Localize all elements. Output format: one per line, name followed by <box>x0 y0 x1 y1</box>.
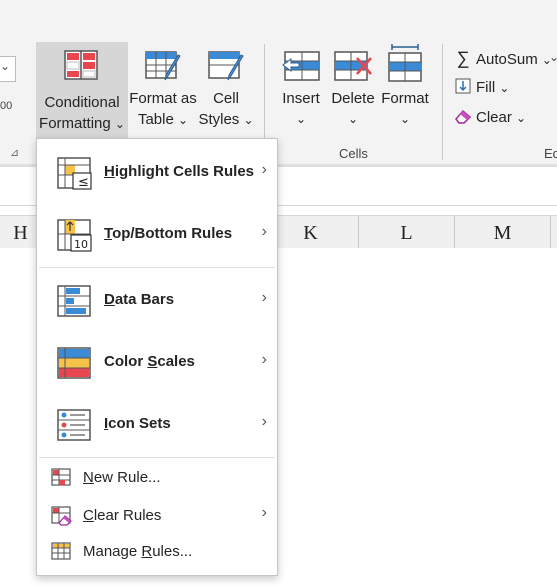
chevron-down-icon: ⌄ <box>516 111 527 125</box>
cell-styles-button[interactable]: Cell Styles ⌄ <box>198 50 254 131</box>
chevron-down-icon: ⌄ <box>295 112 307 126</box>
chevron-right-icon: › <box>261 504 267 521</box>
menu-item-new-rule[interactable]: New Rule... <box>37 461 277 495</box>
chevron-down-icon: ⌄ <box>243 113 254 127</box>
group-separator <box>442 44 443 160</box>
manage-rules-icon <box>51 542 73 562</box>
data-bars-icon <box>57 285 93 319</box>
delete-label: Delete <box>331 90 375 107</box>
format-cells-icon <box>386 44 424 84</box>
insert-label: Insert <box>282 90 320 107</box>
conditional-formatting-icon <box>64 50 98 80</box>
sort-filter-fragment[interactable]: ⌄ <box>549 50 557 64</box>
column-header-l[interactable]: L <box>359 216 455 248</box>
menu-item-manage-rules[interactable]: Manage Rules... <box>37 535 277 569</box>
autosum-label: AutoSum <box>476 51 538 68</box>
conditional-formatting-button[interactable]: Conditional Formatting ⌄ <box>36 42 128 138</box>
eraser-icon <box>454 106 472 130</box>
menu-separator <box>39 457 275 458</box>
autosum-button[interactable]: ∑ AutoSum ⌄ <box>454 46 552 70</box>
delete-cells-icon <box>333 50 373 84</box>
conditional-formatting-label-2: Formatting <box>39 115 111 132</box>
chevron-right-icon: › <box>261 289 267 306</box>
column-header-n[interactable] <box>551 216 557 248</box>
menu-item-label: Clear Rules <box>83 507 162 524</box>
color-scales-icon <box>57 347 93 381</box>
cells-group-label: Cells <box>339 146 368 161</box>
chevron-down-icon: ⌄ <box>499 81 510 95</box>
menu-item-label: Color Scales <box>104 353 195 370</box>
number-format-fragment: 00 <box>0 100 13 112</box>
fill-label: Fill <box>476 79 496 96</box>
svg-text:10: 10 <box>74 238 88 251</box>
column-header-m[interactable]: M <box>455 216 551 248</box>
menu-item-top-bottom-rules[interactable]: 10 Top/Bottom Rules › <box>37 205 277 265</box>
menu-item-label: Top/Bottom Rules <box>104 225 233 242</box>
chevron-right-icon: › <box>261 351 267 368</box>
menu-item-icon-sets[interactable]: Icon Sets › <box>37 395 277 455</box>
clear-button[interactable]: Clear ⌄ <box>454 106 526 130</box>
menu-item-label: Icon Sets <box>104 415 171 432</box>
menu-item-clear-rules[interactable]: Clear Rules › <box>37 499 277 533</box>
sigma-icon: ∑ <box>456 48 470 68</box>
format-as-table-icon <box>144 50 182 84</box>
format-as-table-label-1: Format as <box>129 90 197 107</box>
chevron-down-icon: ⌄ <box>177 113 189 127</box>
menu-item-label: Data Bars <box>104 291 175 308</box>
format-button[interactable]: Format ⌄ <box>378 44 432 130</box>
new-rule-icon <box>51 468 73 488</box>
clear-rules-icon <box>51 506 73 526</box>
format-label: Format <box>381 90 429 107</box>
chevron-right-icon: › <box>261 161 267 178</box>
svg-text:≤: ≤ <box>78 175 89 190</box>
icon-sets-icon <box>57 409 93 443</box>
menu-item-highlight-cells-rules[interactable]: ≤ Highlight Cells Rules › <box>37 143 277 203</box>
conditional-formatting-menu: ≤ Highlight Cells Rules › 10 Top/Bottom … <box>36 138 278 576</box>
cell-styles-icon <box>207 50 245 84</box>
insert-cells-icon <box>281 50 321 84</box>
chevron-right-icon: › <box>261 413 267 430</box>
chevron-down-icon: ⌄ <box>114 117 125 131</box>
fill-button[interactable]: Fill ⌄ <box>454 76 509 100</box>
menu-item-label: Highlight Cells Rules <box>104 163 255 180</box>
fill-down-icon <box>454 76 472 100</box>
editing-group-label: Ed <box>544 146 557 161</box>
cell-styles-label-2: Styles <box>198 111 240 128</box>
clear-label: Clear <box>476 109 512 126</box>
menu-separator <box>39 267 275 268</box>
dialog-launcher-icon[interactable]: ⊿ <box>10 146 19 159</box>
top-bottom-rules-icon: 10 <box>57 219 93 253</box>
conditional-formatting-label-1: Conditional <box>44 94 120 111</box>
menu-item-label: New Rule... <box>83 469 161 486</box>
format-as-table-label-2: Table <box>137 111 174 128</box>
chevron-down-icon: ⌄ <box>399 112 411 126</box>
menu-item-data-bars[interactable]: Data Bars › <box>37 271 277 331</box>
highlight-cells-rules-icon: ≤ <box>57 157 93 191</box>
font-size-dropdown[interactable]: ⌄ <box>0 56 16 82</box>
chevron-down-icon: ⌄ <box>347 112 359 126</box>
menu-item-label: Manage Rules... <box>83 543 193 560</box>
chevron-down-icon: ⌄ <box>0 59 11 73</box>
chevron-right-icon: › <box>261 223 267 240</box>
menu-item-color-scales[interactable]: Color Scales › <box>37 333 277 393</box>
delete-button[interactable]: Delete ⌄ <box>328 50 378 130</box>
format-as-table-button[interactable]: Format as Table ⌄ <box>128 50 198 131</box>
insert-button[interactable]: Insert ⌄ <box>274 50 328 130</box>
cell-styles-label-1: Cell <box>213 90 239 107</box>
